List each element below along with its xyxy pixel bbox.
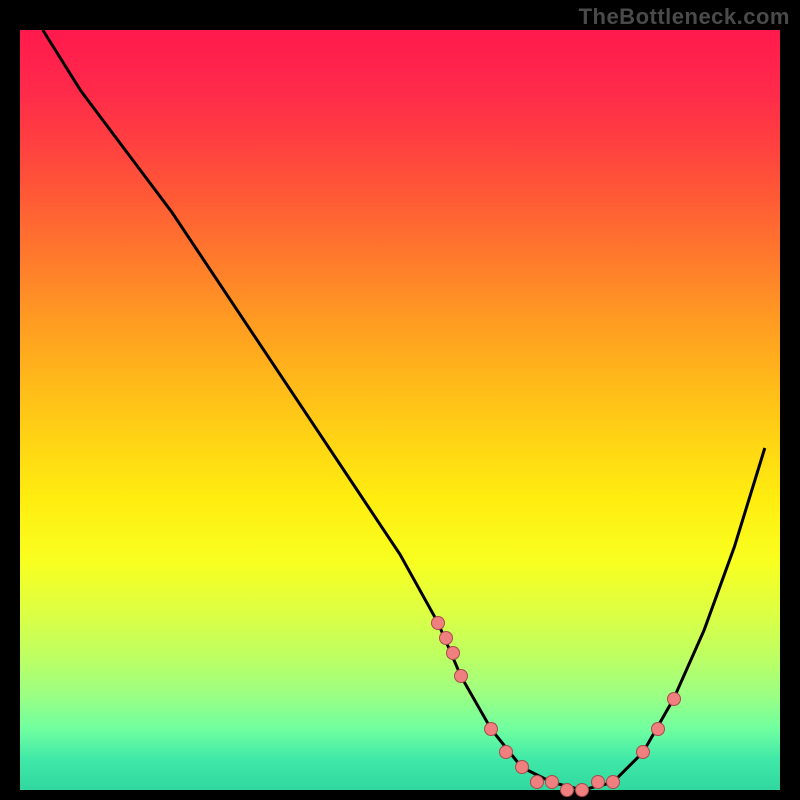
sample-dot (515, 760, 529, 774)
sample-dot (439, 631, 453, 645)
plot-area (20, 30, 780, 790)
sample-dot (431, 616, 445, 630)
sample-dot (667, 692, 681, 706)
watermark-text: TheBottleneck.com (579, 4, 790, 30)
sample-dot (454, 669, 468, 683)
sample-dot (560, 783, 574, 797)
curve-svg (20, 30, 780, 790)
sample-dot (575, 783, 589, 797)
sample-dot (591, 775, 605, 789)
chart-container: TheBottleneck.com (0, 0, 800, 800)
bottleneck-curve (43, 30, 765, 790)
